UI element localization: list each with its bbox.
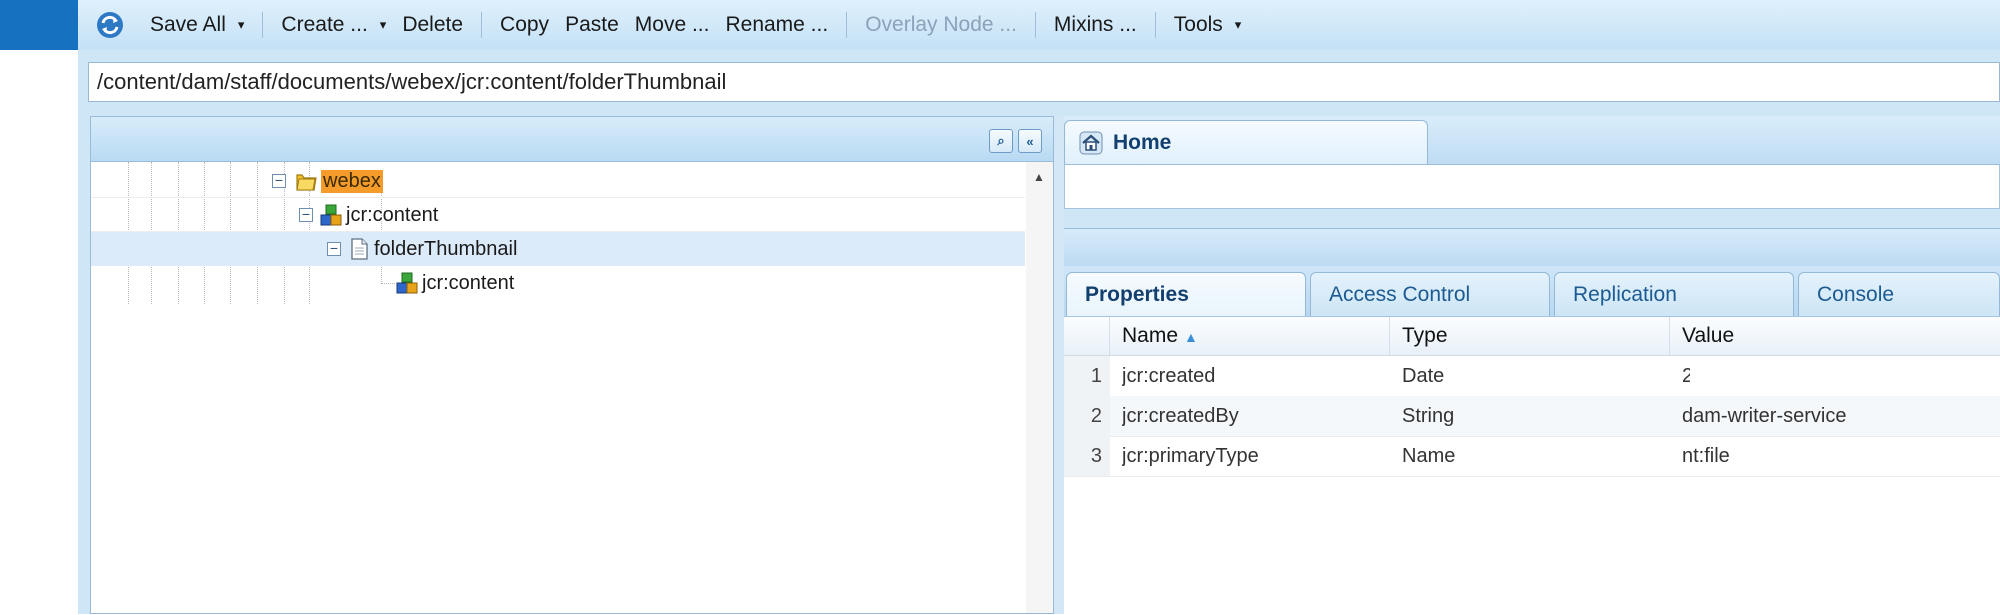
editor-tab-strip: Home: [1064, 116, 2000, 165]
collapse-toggle[interactable]: −: [299, 207, 313, 222]
mixins-button[interactable]: Mixins ...: [1046, 5, 1145, 45]
property-value: nt:file: [1682, 445, 1730, 467]
tree-panel-header: ⌕ «: [91, 117, 1053, 162]
overlay-node-button[interactable]: Overlay Node ...: [857, 5, 1025, 45]
property-name: jcr:createdBy: [1122, 405, 1239, 427]
rename-button[interactable]: Rename ...: [717, 5, 836, 45]
column-header-type[interactable]: Type: [1390, 317, 1670, 355]
file-icon: [351, 238, 368, 260]
chevron-down-icon: ▾: [237, 17, 245, 32]
tab-home[interactable]: Home: [1064, 120, 1428, 164]
paste-button[interactable]: Paste: [557, 5, 627, 45]
tree-node-label: jcr:content: [346, 204, 439, 226]
tree-node-label: jcr:content: [422, 272, 515, 294]
grid-header: Name ▲ Type Value: [1064, 317, 2000, 356]
property-type: Name: [1402, 445, 1456, 467]
property-name: jcr:created: [1122, 365, 1216, 387]
properties-panel-header: [1064, 228, 2000, 267]
tab-home-label: Home: [1113, 130, 1172, 154]
table-row[interactable]: 2 jcr:createdBy String dam-writer-servic…: [1064, 396, 2000, 437]
toolbar-divider: [1034, 12, 1036, 38]
property-value: 2: [1682, 365, 1690, 387]
delete-button[interactable]: Delete: [394, 5, 471, 45]
tree-scrollbar[interactable]: ▲: [1026, 162, 1053, 613]
tree-node-jcr-content[interactable]: − jcr:content: [91, 198, 1025, 232]
tree-node-jcr-content-leaf[interactable]: jcr:content: [91, 266, 1025, 300]
column-header-value[interactable]: Value: [1670, 317, 2000, 355]
repository-tree-panel: ⌕ « − webex − jcr:content − folderThumbn…: [90, 116, 1054, 614]
toolbar-divider: [846, 12, 848, 38]
tree-node-folder-thumbnail[interactable]: − folderThumbnail: [91, 232, 1025, 266]
path-input[interactable]: /content/dam/staff/documents/webex/jcr:c…: [88, 62, 2000, 102]
collapse-toggle[interactable]: −: [327, 241, 341, 256]
properties-tab-strip: Properties Access Control Replication Co…: [1064, 266, 2000, 317]
tools-label: Tools: [1173, 13, 1223, 36]
property-type: String: [1402, 405, 1455, 427]
find-node-button[interactable]: ⌕: [989, 129, 1013, 153]
left-accent-bar: [0, 0, 78, 50]
tab-replication[interactable]: Replication: [1554, 272, 1794, 316]
save-all-button[interactable]: Save All ▾: [142, 5, 252, 45]
editor-area: Home Properties Access Control Replicati…: [1064, 116, 2000, 615]
panel-splitter[interactable]: [1054, 116, 1064, 614]
node-cubes-icon: [320, 204, 342, 226]
tree-node-label: webex: [321, 170, 383, 193]
crxde-app: Save All ▾ Create ... ▾ Delete Copy Past…: [78, 0, 2000, 615]
toolbar: Save All ▾ Create ... ▾ Delete Copy Past…: [78, 0, 2000, 50]
toolbar-divider: [481, 12, 483, 38]
home-tab-content: [1064, 165, 2000, 209]
properties-grid: Name ▲ Type Value 1 jcr:created Date 2 2 …: [1064, 316, 2000, 615]
tools-button[interactable]: Tools ▾: [1166, 5, 1250, 45]
column-header-name[interactable]: Name ▲: [1110, 317, 1390, 355]
copy-button[interactable]: Copy: [492, 5, 557, 45]
tab-properties[interactable]: Properties: [1066, 272, 1306, 317]
collapse-panel-button[interactable]: «: [1018, 129, 1042, 153]
toolbar-divider: [262, 12, 264, 38]
move-button[interactable]: Move ...: [627, 5, 718, 45]
chevron-down-icon: ▾: [1234, 17, 1242, 32]
double-chevron-left-icon: «: [1026, 133, 1034, 149]
tab-console[interactable]: Console: [1798, 272, 2000, 316]
home-icon: [1079, 131, 1103, 154]
collapse-toggle[interactable]: −: [272, 173, 286, 188]
refresh-button[interactable]: [92, 7, 128, 43]
row-number: 2: [1064, 396, 1110, 436]
tree-node-label: folderThumbnail: [374, 238, 518, 260]
binoculars-icon: ⌕: [997, 133, 1005, 148]
property-name: jcr:primaryType: [1122, 445, 1259, 467]
row-number-header: [1064, 317, 1110, 355]
chevron-down-icon: ▾: [379, 17, 387, 32]
create-label: Create ...: [281, 13, 368, 36]
tab-access-control[interactable]: Access Control: [1310, 272, 1550, 316]
scroll-up-icon[interactable]: ▲: [1033, 170, 1045, 184]
row-number: 3: [1064, 436, 1110, 476]
sort-ascending-icon: ▲: [1184, 329, 1198, 345]
save-all-label: Save All: [150, 13, 226, 36]
row-number: 1: [1064, 356, 1110, 396]
left-strip: [0, 0, 78, 614]
tree-node-webex[interactable]: − webex: [91, 164, 1025, 198]
create-button[interactable]: Create ... ▾: [273, 5, 394, 45]
property-value: dam-writer-service: [1682, 405, 1847, 427]
folder-icon: [296, 174, 317, 191]
table-row[interactable]: 3 jcr:primaryType Name nt:file: [1064, 436, 2000, 477]
property-type: Date: [1402, 365, 1445, 387]
column-header-label: Name: [1122, 324, 1179, 347]
toolbar-divider: [1154, 12, 1156, 38]
refresh-icon: [97, 12, 123, 38]
node-cubes-icon: [396, 272, 418, 294]
tree-body: − webex − jcr:content − folderThumbnail …: [91, 162, 1025, 613]
table-row[interactable]: 1 jcr:created Date 2: [1064, 356, 2000, 397]
